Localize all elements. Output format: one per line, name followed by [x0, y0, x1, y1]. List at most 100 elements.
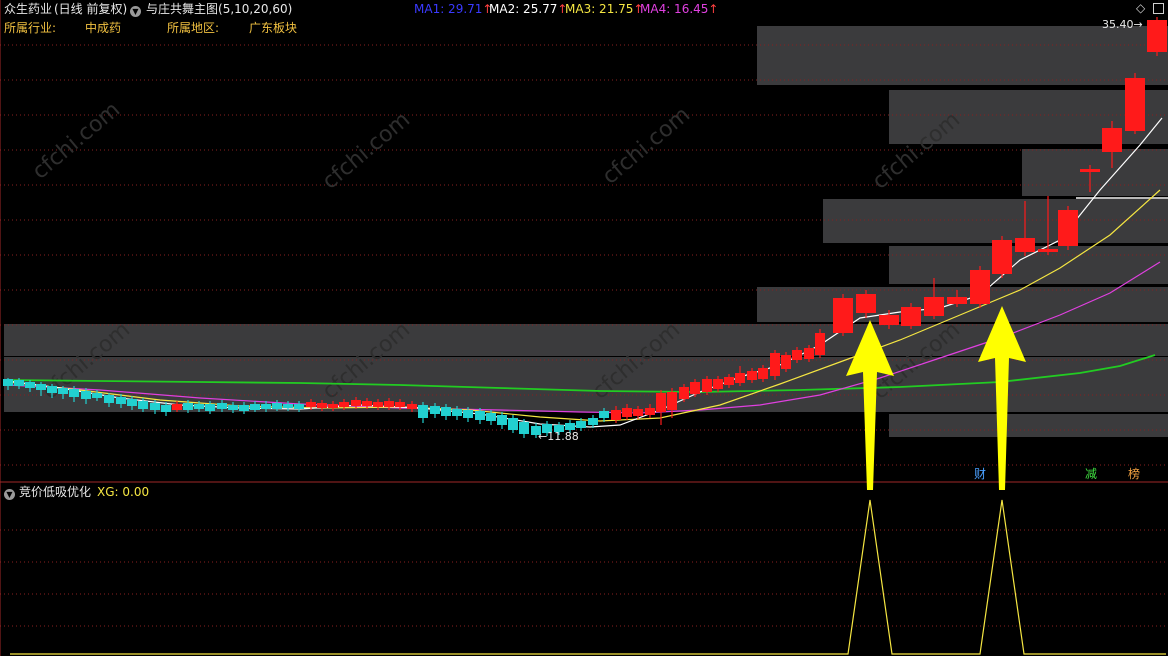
candle-body	[611, 410, 621, 420]
candle-body	[239, 405, 249, 411]
candle-body	[205, 404, 215, 411]
candle-body	[770, 353, 780, 376]
candle-body	[702, 379, 712, 392]
candle-body	[724, 377, 734, 385]
industry-value[interactable]: 中成药	[85, 20, 121, 36]
candle-body	[497, 415, 507, 425]
region-label: 所属地区:	[167, 21, 220, 35]
candle-body	[430, 406, 440, 414]
xg-value: XG: 0.00	[97, 485, 150, 499]
candle-body	[475, 411, 485, 420]
candle-body	[25, 382, 35, 388]
candle-body	[373, 402, 383, 407]
volume-band	[757, 287, 1168, 322]
candle-body	[127, 399, 137, 406]
candle-body	[667, 392, 677, 410]
candle-body	[519, 422, 529, 434]
stock-name[interactable]: 众生药业	[4, 1, 52, 17]
indicator-title[interactable]: 与庄共舞主图(5,10,20,60)	[146, 1, 292, 17]
candle-body	[92, 393, 102, 398]
diamond-icon[interactable]: ◇	[1136, 0, 1145, 16]
period-label[interactable]: (日线 前复权)	[54, 1, 127, 17]
candle-body	[104, 395, 114, 403]
candle-body	[879, 315, 899, 325]
event-marker-jian[interactable]: 减	[1085, 467, 1097, 481]
watermark-text: cfchi.com	[318, 107, 415, 194]
candle-body	[792, 350, 802, 360]
candle-body	[47, 386, 57, 393]
main-chart[interactable]: cfchi.com cfchi.com cfchi.com cfchi.comcfch…	[0, 0, 1168, 656]
candle-body	[1102, 128, 1122, 152]
indicator-panel-dropdown[interactable]: ▼	[4, 484, 15, 500]
candle-body	[3, 379, 13, 386]
candle-body	[294, 404, 304, 409]
candle-body	[970, 270, 990, 304]
candle-body	[339, 402, 349, 407]
candle-body	[172, 404, 182, 410]
candle-body	[1147, 20, 1167, 52]
ma2-value: MA2: 25.77↑	[489, 2, 568, 16]
candle-body	[463, 410, 473, 418]
candle-body	[150, 403, 160, 410]
candle-body	[306, 402, 316, 407]
candle-body	[1015, 238, 1035, 252]
candle-body	[735, 373, 745, 383]
ma4-value: MA4: 16.45↑	[640, 2, 719, 16]
indicator-params: (5,10,20,60)	[218, 2, 293, 16]
chevron-down-icon[interactable]: ▼	[4, 489, 15, 500]
candle-body	[781, 355, 791, 369]
volume-band	[757, 26, 1168, 85]
candle-body	[395, 402, 405, 407]
candle-body	[261, 404, 271, 409]
candle-body	[992, 240, 1012, 274]
candle-body	[217, 403, 227, 409]
candle-body	[14, 380, 24, 386]
candle-body	[713, 379, 723, 389]
up-arrow-icon: ↑	[708, 2, 719, 16]
candle-body	[576, 421, 586, 428]
candle-body	[228, 405, 238, 410]
candle-body	[418, 405, 428, 418]
candle-body	[272, 403, 282, 409]
candle-body	[924, 297, 944, 316]
price-low-label: ←11.88	[538, 430, 579, 443]
candle-body	[183, 403, 193, 410]
candle-body	[1080, 169, 1100, 172]
candle-body	[161, 405, 171, 412]
candle-body	[815, 333, 825, 355]
candle-body	[36, 384, 46, 390]
price-high-label: 35.40→	[1102, 18, 1143, 31]
candle-body	[138, 401, 148, 409]
candle-body	[758, 368, 768, 379]
candle-body	[747, 371, 757, 380]
event-marker-cai[interactable]: 财	[974, 467, 986, 481]
maximize-icon[interactable]	[1153, 3, 1164, 14]
candle-body	[633, 409, 643, 416]
volume-band	[4, 357, 1168, 412]
candle-body	[283, 404, 293, 408]
candle-body	[588, 418, 598, 425]
indicator-dropdown[interactable]: ▼	[130, 1, 141, 17]
event-marker-bang[interactable]: 榜	[1128, 467, 1140, 481]
candle-body	[679, 387, 689, 399]
candle-body	[384, 401, 394, 407]
chevron-down-icon[interactable]: ▼	[130, 6, 141, 17]
candle-body	[69, 389, 79, 397]
region-value[interactable]: 广东板块	[249, 20, 297, 36]
volume-band	[889, 414, 1168, 437]
candle-body	[317, 403, 327, 408]
candle-body	[351, 400, 361, 406]
candle-body	[645, 408, 655, 415]
ma1-value: MA1: 29.71↑	[414, 2, 493, 16]
watermark-text: cfchi.com	[28, 97, 125, 184]
candle-body	[1058, 210, 1078, 246]
candle-body	[690, 382, 700, 394]
candle-body	[58, 388, 68, 394]
candle-body	[622, 408, 632, 417]
indicator-panel-name[interactable]: 竞价低吸优化	[19, 484, 91, 500]
candle-body	[833, 298, 853, 333]
candle-body	[81, 391, 91, 399]
volume-band	[1022, 149, 1168, 196]
candle-body	[1125, 78, 1145, 131]
candle-body	[508, 418, 518, 430]
